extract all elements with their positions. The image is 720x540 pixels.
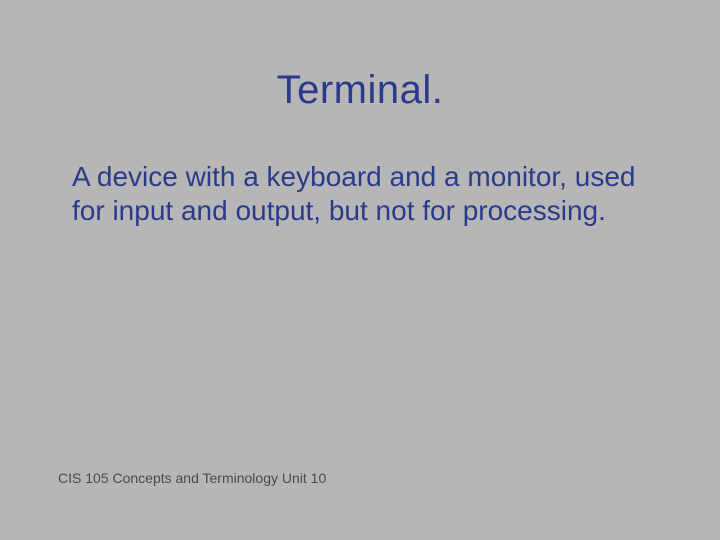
slide-footer: CIS 105 Concepts and Terminology Unit 10 — [58, 470, 326, 486]
slide-body-text: A device with a keyboard and a monitor, … — [72, 160, 660, 228]
slide: Terminal. A device with a keyboard and a… — [0, 0, 720, 540]
slide-title: Terminal. — [0, 68, 720, 113]
